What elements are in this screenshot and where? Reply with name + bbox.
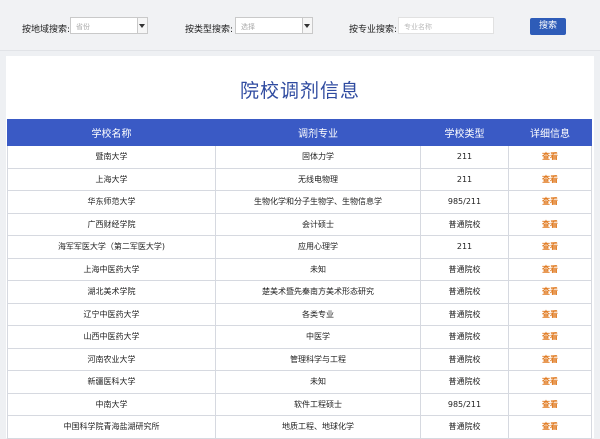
major-search-input[interactable]: 专业名称 [398,17,494,34]
school-name-cell: 中国科学院青海盐湖研究所 [7,415,216,439]
column-header-type: 学校类型 [420,119,509,146]
major-cell: 未知 [215,370,421,394]
school-name-cell: 上海中医药大学 [7,257,216,281]
school-type-cell: 985/211 [420,392,509,416]
view-details-link[interactable]: 查看 [508,190,592,214]
type-select[interactable]: 选择 [235,17,313,34]
table-row: 湖北美术学院 楚美术暨先秦南方美术形态研究 普通院校 查看 [7,280,592,304]
chevron-down-icon[interactable] [137,18,147,33]
view-details-link[interactable]: 查看 [508,415,592,439]
view-details-link[interactable]: 查看 [508,235,592,259]
column-header-major: 调剂专业 [215,119,421,146]
column-header-school: 学校名称 [7,119,216,146]
school-type-cell: 普通院校 [420,257,509,281]
school-type-cell: 普通院校 [420,302,509,326]
school-name-cell: 辽宁中医药大学 [7,302,216,326]
school-name-cell: 海军军医大学（第二军医大学) [7,235,216,259]
view-details-link[interactable]: 查看 [508,145,592,169]
table-row: 中南大学 软件工程硕士 985/211 查看 [7,392,592,416]
school-type-cell: 普通院校 [420,415,509,439]
major-cell: 各类专业 [215,302,421,326]
major-cell: 中医学 [215,325,421,349]
view-details-link[interactable]: 查看 [508,392,592,416]
school-name-cell: 河南农业大学 [7,347,216,371]
table-row: 河南农业大学 管理科学与工程 普通院校 查看 [7,347,592,371]
major-cell: 应用心理学 [215,235,421,259]
school-type-cell: 211 [420,167,509,191]
school-type-cell: 985/211 [420,190,509,214]
school-type-cell: 普通院校 [420,370,509,394]
table-row: 暨南大学 固体力学 211 查看 [7,145,592,169]
column-header-details: 详细信息 [508,119,592,146]
table-row: 华东师范大学 生物化学和分子生物学、生物信息学 985/211 查看 [7,190,592,214]
view-details-link[interactable]: 查看 [508,212,592,236]
school-type-cell: 普通院校 [420,280,509,304]
school-name-cell: 中南大学 [7,392,216,416]
page-title: 院校调剂信息 [239,80,360,102]
view-details-link[interactable]: 查看 [508,302,592,326]
major-cell: 管理科学与工程 [215,347,421,371]
region-search-label: 按地域搜索: [22,25,71,35]
table-row: 辽宁中医药大学 各类专业 普通院校 查看 [7,302,592,326]
type-select-value: 选择 [241,23,255,31]
table-body: 暨南大学 固体力学 211 查看 上海大学 无线电物理 211 查看 华东师范大学 生物化学和分子… [7,145,592,439]
region-select-value: 省份 [76,23,90,31]
view-details-link[interactable]: 查看 [508,167,592,191]
school-type-cell: 211 [420,235,509,259]
school-name-cell: 广西财经学院 [7,212,216,236]
major-cell: 固体力学 [215,145,421,169]
view-details-link[interactable]: 查看 [508,325,592,349]
major-cell: 会计硕士 [215,212,421,236]
major-search-label: 按专业搜索: [349,25,398,35]
school-name-cell: 上海大学 [7,167,216,191]
region-select[interactable]: 省份 [70,17,148,34]
school-name-cell: 湖北美术学院 [7,280,216,304]
school-type-cell: 211 [420,145,509,169]
table-row: 上海大学 无线电物理 211 查看 [7,167,592,191]
school-name-cell: 新疆医科大学 [7,370,216,394]
table-row: 广西财经学院 会计硕士 普通院校 查看 [7,212,592,236]
view-details-link[interactable]: 查看 [508,257,592,281]
school-type-cell: 普通院校 [420,212,509,236]
school-type-cell: 普通院校 [420,325,509,349]
major-cell: 楚美术暨先秦南方美术形态研究 [215,280,421,304]
major-cell: 无线电物理 [215,167,421,191]
major-cell: 地质工程、地球化学 [215,415,421,439]
school-name-cell: 山西中医药大学 [7,325,216,349]
chevron-down-icon[interactable] [302,18,312,33]
search-button[interactable]: 搜索 [530,18,566,35]
school-table: 学校名称 调剂专业 学校类型 详细信息 暨南大学 固体力学 211 查看 上海大学 无线电… [7,119,592,439]
major-cell: 生物化学和分子生物学、生物信息学 [215,190,421,214]
view-details-link[interactable]: 查看 [508,347,592,371]
type-search-label: 按类型搜索: [185,25,234,35]
major-cell: 软件工程硕士 [215,392,421,416]
view-details-link[interactable]: 查看 [508,280,592,304]
school-type-cell: 普通院校 [420,347,509,371]
school-name-cell: 华东师范大学 [7,190,216,214]
major-cell: 未知 [215,257,421,281]
view-details-link[interactable]: 查看 [508,370,592,394]
table-row: 上海中医药大学 未知 普通院校 查看 [7,257,592,281]
table-row: 中国科学院青海盐湖研究所 地质工程、地球化学 普通院校 查看 [7,415,592,439]
table-row: 山西中医药大学 中医学 普通院校 查看 [7,325,592,349]
table-header-row: 学校名称 调剂专业 学校类型 详细信息 [7,119,592,146]
table-row: 海军军医大学（第二军医大学) 应用心理学 211 查看 [7,235,592,259]
school-name-cell: 暨南大学 [7,145,216,169]
search-bar: 按地域搜索: 省份 按类型搜索: 选择 按专业搜索: 专业名称 搜索 [0,0,600,51]
table-row: 新疆医科大学 未知 普通院校 查看 [7,370,592,394]
